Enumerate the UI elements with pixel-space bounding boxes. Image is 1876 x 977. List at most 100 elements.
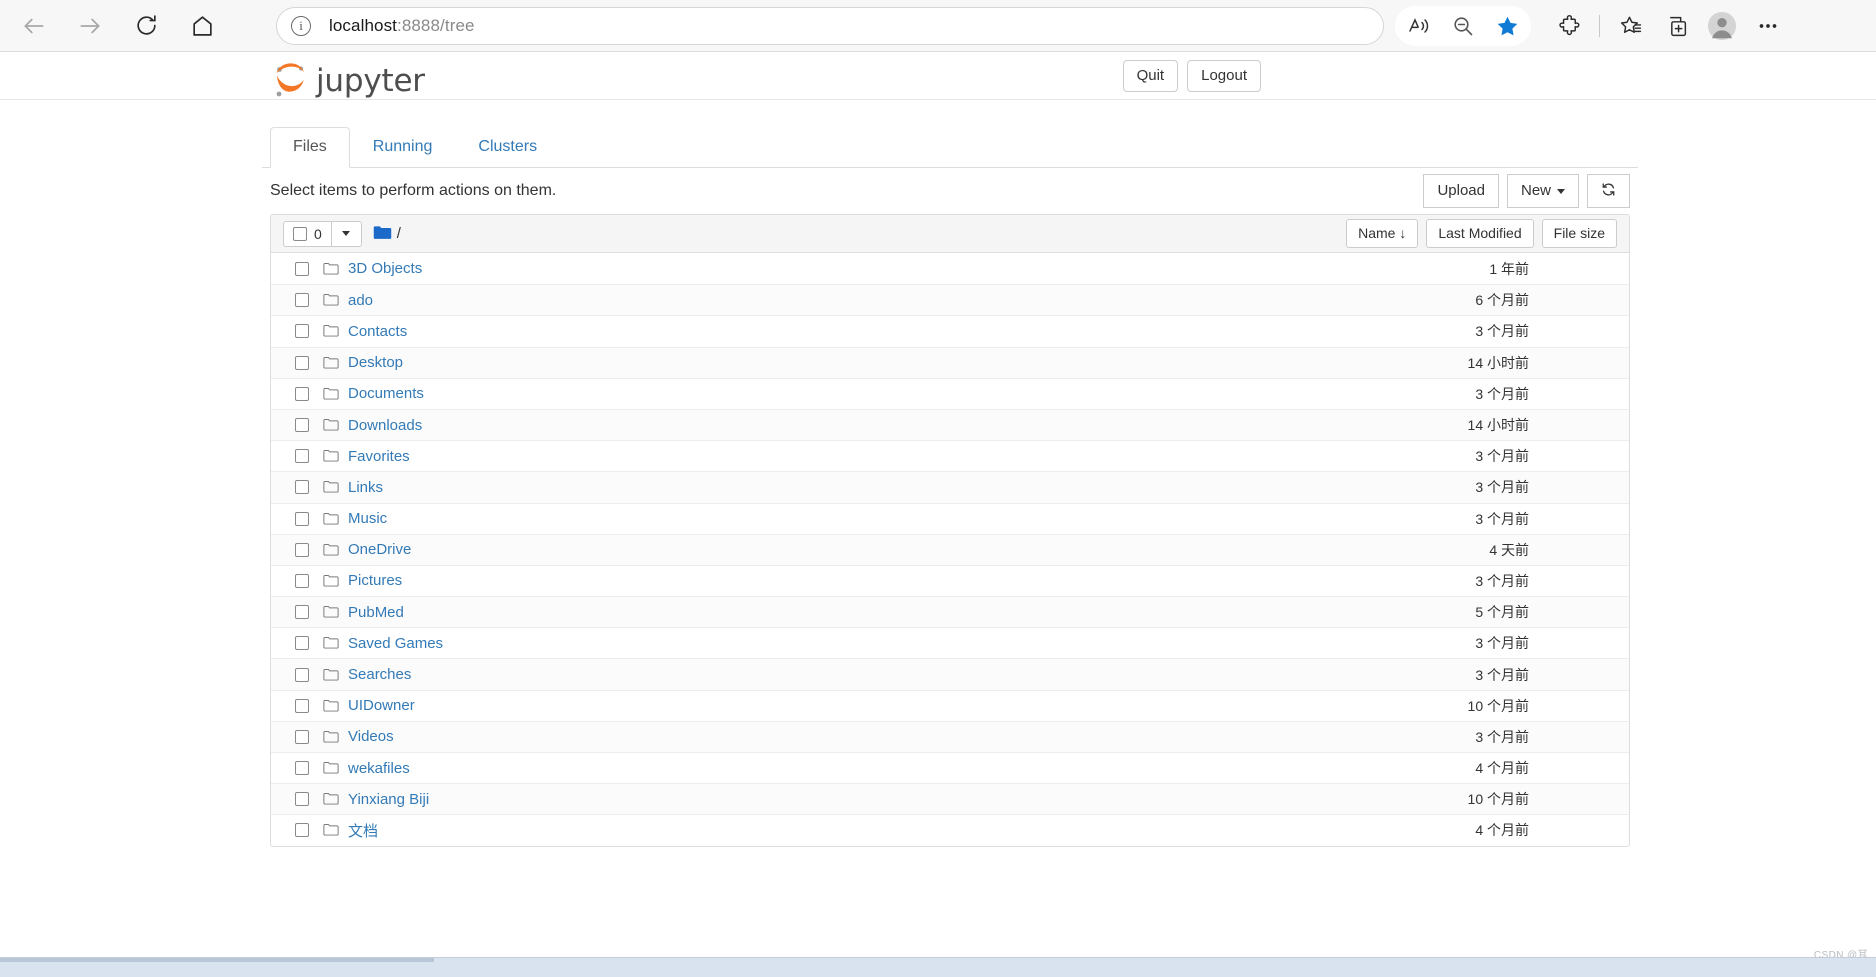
row-checkbox[interactable] <box>295 636 309 651</box>
jupyter-header: jupyter Quit Logout <box>0 52 1876 100</box>
file-name-link[interactable]: PubMed <box>348 604 1475 621</box>
table-row[interactable]: Pictures 3 个月前 <box>271 564 1629 597</box>
tab-clusters[interactable]: Clusters <box>455 127 560 168</box>
row-checkbox[interactable] <box>295 324 309 339</box>
row-checkbox[interactable] <box>295 823 309 838</box>
upload-button[interactable]: Upload <box>1423 174 1499 208</box>
table-row[interactable]: 3D Objects 1 年前 <box>271 253 1629 285</box>
folder-filled-icon[interactable] <box>373 225 392 242</box>
table-row[interactable]: 文档 4 个月前 <box>271 814 1629 846</box>
file-name-link[interactable]: Documents <box>348 385 1475 402</box>
row-checkbox[interactable] <box>295 293 309 308</box>
table-row[interactable]: Yinxiang Biji 10 个月前 <box>271 783 1629 815</box>
file-name-link[interactable]: Favorites <box>348 448 1475 465</box>
table-row[interactable]: Documents 3 个月前 <box>271 377 1629 409</box>
browser-actions-group <box>1395 4 1790 48</box>
back-arrow-icon[interactable] <box>14 6 54 46</box>
folder-outline-icon <box>323 449 339 463</box>
row-checkbox[interactable] <box>295 542 309 557</box>
table-row[interactable]: Desktop 14 小时前 <box>271 346 1629 378</box>
reload-icon[interactable] <box>126 6 166 46</box>
file-modified-time: 4 天前 <box>1489 541 1529 558</box>
file-name-link[interactable]: Links <box>348 479 1475 496</box>
table-row[interactable]: Music 3 个月前 <box>271 502 1629 534</box>
file-name-link[interactable]: Pictures <box>348 572 1475 589</box>
row-checkbox[interactable] <box>295 261 309 276</box>
sort-by-last-modified-button[interactable]: Last Modified <box>1426 218 1534 249</box>
logout-button[interactable]: Logout <box>1187 60 1261 92</box>
settings-ellipsis-icon[interactable] <box>1746 6 1790 46</box>
favorite-star-filled-icon[interactable] <box>1485 6 1529 46</box>
collections-icon[interactable] <box>1654 6 1698 46</box>
file-name-link[interactable]: wekafiles <box>348 760 1475 777</box>
row-checkbox[interactable] <box>295 418 309 433</box>
table-row[interactable]: Saved Games 3 个月前 <box>271 627 1629 659</box>
file-name-link[interactable]: 3D Objects <box>348 260 1489 277</box>
profile-avatar-icon[interactable] <box>1700 6 1744 46</box>
url-path: :8888/tree <box>397 16 475 35</box>
jupyter-logo[interactable]: jupyter <box>272 61 425 101</box>
table-row[interactable]: OneDrive 4 天前 <box>271 533 1629 565</box>
row-checkbox[interactable] <box>295 605 309 620</box>
folder-outline-icon <box>323 512 339 526</box>
file-name-link[interactable]: Contacts <box>348 323 1475 340</box>
row-checkbox[interactable] <box>295 698 309 713</box>
file-name-link[interactable]: Desktop <box>348 354 1468 371</box>
file-name-link[interactable]: Videos <box>348 728 1475 745</box>
row-checkbox[interactable] <box>295 761 309 776</box>
new-dropdown-button[interactable]: New <box>1506 174 1579 208</box>
file-name-link[interactable]: Saved Games <box>348 635 1475 652</box>
table-row[interactable]: Downloads 14 小时前 <box>271 408 1629 441</box>
favorites-star-list-icon[interactable] <box>1608 6 1652 46</box>
file-modified-time: 10 个月前 <box>1467 697 1529 714</box>
address-actions-pill <box>1395 6 1531 46</box>
file-name-link[interactable]: Searches <box>348 666 1475 683</box>
file-modified-time: 5 个月前 <box>1475 604 1529 621</box>
file-name-link[interactable]: UIDowner <box>348 697 1468 714</box>
file-name-link[interactable]: ado <box>348 292 1475 309</box>
row-checkbox[interactable] <box>295 667 309 682</box>
folder-outline-icon <box>323 761 339 775</box>
table-row[interactable]: wekafiles 4 个月前 <box>271 752 1629 784</box>
table-row[interactable]: PubMed 5 个月前 <box>271 596 1629 628</box>
select-all-group: 0 <box>283 220 362 247</box>
tab-running[interactable]: Running <box>350 127 456 168</box>
row-checkbox[interactable] <box>295 449 309 464</box>
forward-arrow-icon[interactable] <box>70 6 110 46</box>
row-checkbox[interactable] <box>295 386 309 401</box>
read-aloud-icon[interactable] <box>1397 6 1441 46</box>
row-checkbox[interactable] <box>295 355 309 370</box>
row-checkbox[interactable] <box>295 480 309 495</box>
table-row[interactable]: Contacts 3 个月前 <box>271 315 1629 347</box>
table-row[interactable]: Links 3 个月前 <box>271 471 1629 503</box>
sort-by-name-button[interactable]: Name ↓ <box>1346 218 1419 249</box>
file-name-link[interactable]: Downloads <box>348 417 1468 434</box>
address-bar[interactable]: i localhost:8888/tree <box>276 7 1384 45</box>
table-row[interactable]: Videos 3 个月前 <box>271 720 1629 752</box>
row-checkbox[interactable] <box>295 573 309 588</box>
row-checkbox[interactable] <box>295 792 309 807</box>
row-checkbox[interactable] <box>295 729 309 744</box>
table-row[interactable]: ado 6 个月前 <box>271 284 1629 316</box>
toolbar-divider <box>1599 15 1600 37</box>
select-all-checkbox[interactable]: 0 <box>283 220 332 247</box>
refresh-button[interactable] <box>1587 174 1630 208</box>
table-row[interactable]: UIDowner 10 个月前 <box>271 689 1629 721</box>
quit-button[interactable]: Quit <box>1122 60 1179 92</box>
file-name-link[interactable]: Yinxiang Biji <box>348 791 1468 808</box>
row-checkbox[interactable] <box>295 511 309 526</box>
breadcrumb-root[interactable]: / <box>397 225 401 242</box>
info-icon[interactable]: i <box>291 16 311 36</box>
table-row[interactable]: Favorites 3 个月前 <box>271 440 1629 472</box>
folder-outline-icon <box>323 293 339 307</box>
file-name-link[interactable]: Music <box>348 510 1475 527</box>
home-icon[interactable] <box>182 6 222 46</box>
sort-by-file-size-button[interactable]: File size <box>1541 218 1617 249</box>
file-name-link[interactable]: 文档 <box>348 820 1475 841</box>
select-dropdown-button[interactable] <box>331 220 362 247</box>
extensions-puzzle-icon[interactable] <box>1547 6 1591 46</box>
table-row[interactable]: Searches 3 个月前 <box>271 658 1629 690</box>
tab-files[interactable]: Files <box>270 127 350 168</box>
file-name-link[interactable]: OneDrive <box>348 541 1489 558</box>
zoom-out-icon[interactable] <box>1441 6 1485 46</box>
